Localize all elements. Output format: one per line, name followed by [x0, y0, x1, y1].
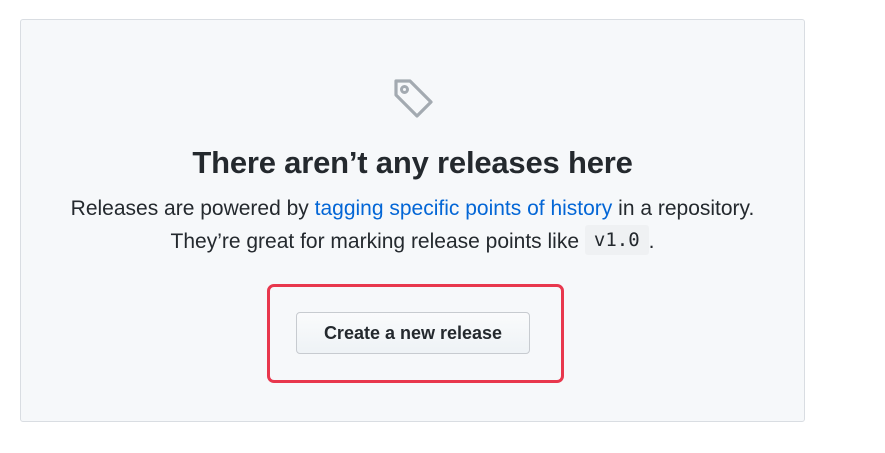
- releases-description: Releases are powered by tagging specific…: [60, 192, 765, 258]
- description-end: .: [648, 230, 655, 253]
- tag-icon: [390, 74, 436, 120]
- tagging-history-link[interactable]: tagging specific points of history: [315, 197, 613, 220]
- description-text: Releases are powered by: [70, 197, 315, 220]
- version-code-example: v1.0: [584, 225, 649, 255]
- create-new-release-button[interactable]: Create a new release: [296, 312, 530, 354]
- page-title: There aren’t any releases here: [192, 145, 633, 180]
